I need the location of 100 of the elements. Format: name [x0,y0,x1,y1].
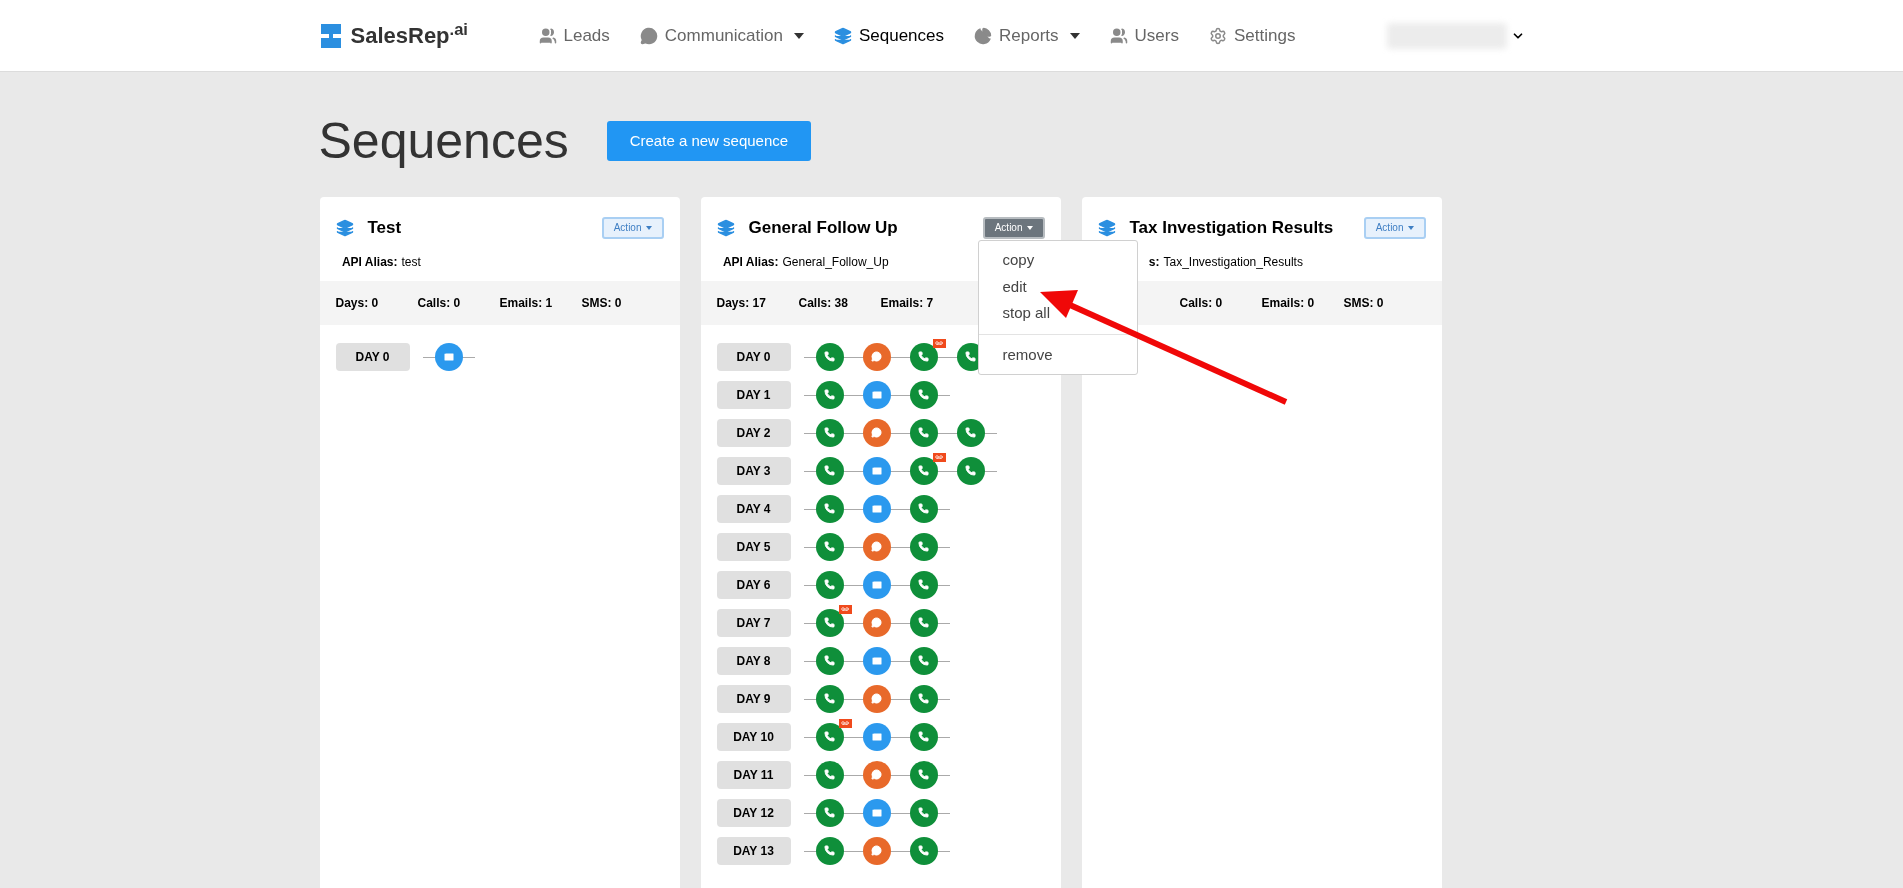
phone-step-icon[interactable] [815,532,844,561]
chat-step-icon[interactable] [862,608,891,637]
day-label: DAY 10 [716,722,791,751]
page-title: Sequences [318,116,569,166]
menu-item[interactable]: copy [978,247,1137,274]
phone-step-icon[interactable] [956,418,985,447]
card-title: General Follow Up [748,217,898,239]
day-label: DAY 11 [716,760,791,789]
action-button[interactable]: Action [1363,216,1426,239]
phone-step-icon[interactable] [815,722,844,751]
mail-step-icon[interactable] [862,798,891,827]
day-label: DAY 6 [716,570,791,599]
phone-step-icon[interactable] [909,494,938,523]
phone-step-icon[interactable] [909,532,938,561]
nav-link[interactable]: Reports [974,22,1080,49]
stat-text: SMS: 0 [1343,294,1385,312]
phone-step-icon[interactable] [909,608,938,637]
nav-link[interactable]: Settings [1208,22,1296,49]
day-label: DAY 8 [716,646,791,675]
nav-link[interactable]: Communication [639,22,804,49]
phone-step-icon[interactable] [815,456,844,485]
mail-step-icon[interactable] [862,722,891,751]
phone-step-icon[interactable] [815,836,844,865]
phone-step-icon[interactable] [909,798,938,827]
chat-step-icon[interactable] [862,342,891,371]
mail-step-icon[interactable] [862,570,891,599]
card-title: Test [367,217,402,239]
chat-step-icon[interactable] [862,532,891,561]
layers-icon [716,218,735,237]
action-button[interactable]: Action [982,216,1045,239]
stat-text: Calls: 0 [1179,294,1224,312]
settings-icon [1208,26,1227,45]
phone-step-icon[interactable] [909,646,938,675]
phone-step-icon[interactable] [815,494,844,523]
phone-step-icon[interactable] [956,456,985,485]
alias-label: s: [1147,253,1160,271]
day-label: DAY 9 [716,684,791,713]
phone-step-icon[interactable] [815,418,844,447]
phone-step-icon[interactable] [815,342,844,371]
phone-step-icon[interactable] [909,684,938,713]
nav-link[interactable]: Users [1109,22,1179,49]
stat-text: Emails: 1 [499,294,554,312]
layers-icon [1097,218,1116,237]
menu-item[interactable]: remove [978,341,1137,368]
day-label: DAY 4 [716,494,791,523]
create-sequence-button[interactable]: Create a new sequence [606,121,812,161]
menu-item[interactable]: stop all [978,300,1137,327]
caret-icon [1026,225,1033,230]
phone-step-icon[interactable] [815,646,844,675]
stat-text: Emails: 7 [880,294,935,312]
day-label: DAY 1 [716,380,791,409]
day-label: DAY 3 [716,456,791,485]
mail-step-icon[interactable] [862,646,891,675]
users-icon [538,26,557,45]
phone-step-icon[interactable] [909,570,938,599]
chat-step-icon[interactable] [862,684,891,713]
logo-text: SalesRep$^{.ai}$ [350,19,468,50]
day-label: DAY 13 [716,836,791,865]
day-label: DAY 0 [716,342,791,371]
phone-step-icon[interactable] [909,722,938,751]
day-label: DAY 2 [716,418,791,447]
phone-step-icon[interactable] [909,342,938,371]
alias-label: API Alias: [721,253,779,271]
stat-text: Emails: 0 [1261,294,1316,312]
phone-step-icon[interactable] [815,760,844,789]
layers-icon [335,218,354,237]
mail-step-icon[interactable] [862,456,891,485]
phone-step-icon[interactable] [909,760,938,789]
caret-icon [645,225,652,230]
phone-step-icon[interactable] [909,418,938,447]
phone-step-icon[interactable] [815,684,844,713]
stat-text: SMS: 0 [581,294,623,312]
phone-step-icon[interactable] [909,380,938,409]
phone-step-icon[interactable] [909,836,938,865]
mail-step-icon[interactable] [862,494,891,523]
chat-step-icon[interactable] [862,418,891,447]
phone-step-icon[interactable] [815,570,844,599]
alias-value: test [401,253,421,271]
phone-step-icon[interactable] [815,798,844,827]
chat-step-icon[interactable] [862,760,891,789]
nav-link[interactable]: Sequences [833,22,944,49]
stat-text: Calls: 38 [798,294,849,312]
alias-value: Tax_Investigation_Results [1163,253,1303,271]
day-label: DAY 7 [716,608,791,637]
phone-step-icon[interactable] [909,456,938,485]
alias-value: General_Follow_Up [782,253,889,271]
users-icon [1109,26,1128,45]
mail-step-icon[interactable] [434,342,463,371]
nav-link[interactable]: Leads [538,22,610,49]
phone-step-icon[interactable] [815,608,844,637]
stat-text: Days: 17 [716,294,767,312]
menu-item[interactable]: edit [978,273,1137,300]
phone-step-icon[interactable] [815,380,844,409]
mail-step-icon[interactable] [862,380,891,409]
day-label: DAY 12 [716,798,791,827]
day-label: DAY 5 [716,532,791,561]
chat-step-icon[interactable] [862,836,891,865]
alias-label: API Alias: [340,253,398,271]
card-title: Tax Investigation Results [1129,217,1334,239]
action-button[interactable]: Action [601,216,664,239]
